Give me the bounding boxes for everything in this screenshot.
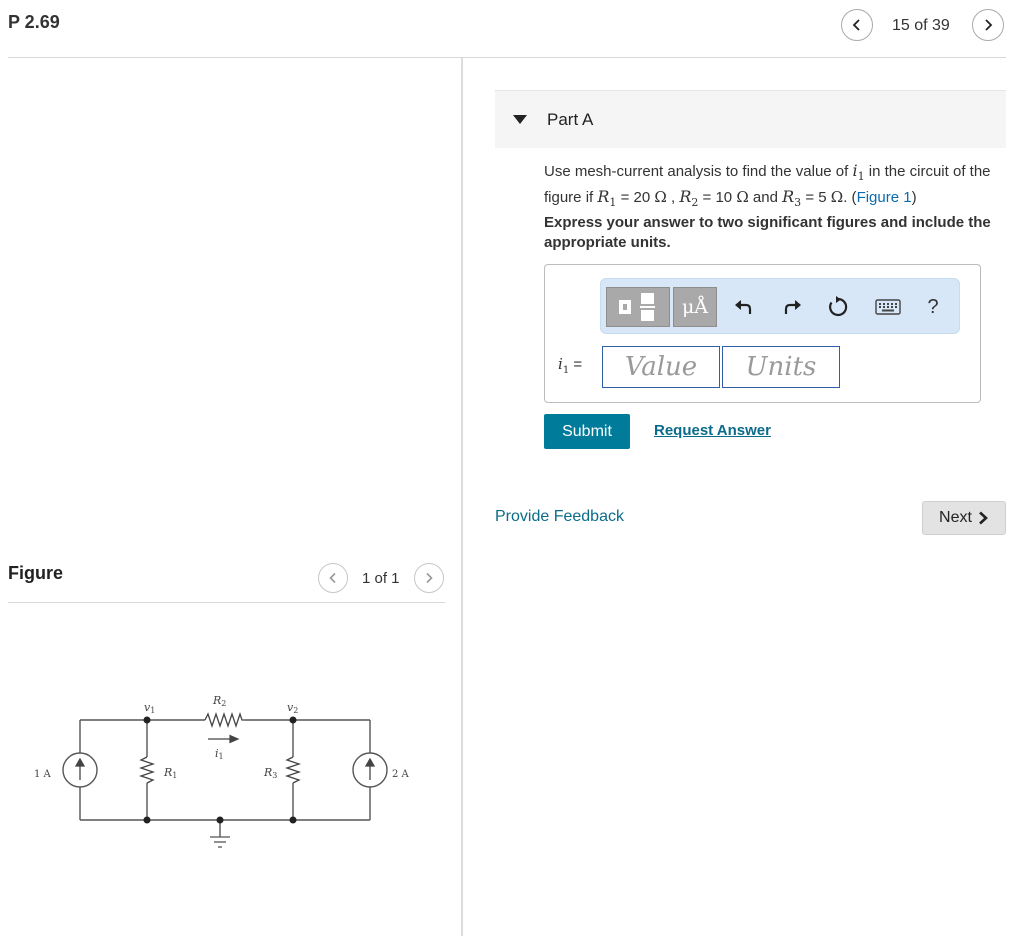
next-figure-button[interactable] bbox=[414, 563, 444, 593]
next-problem-button[interactable] bbox=[972, 9, 1004, 41]
fraction-template-icon bbox=[619, 293, 655, 321]
units-input[interactable] bbox=[722, 346, 840, 388]
source-left-label: 1 A bbox=[34, 769, 52, 780]
question-text: Use mesh-current analysis to find the va… bbox=[544, 161, 991, 210]
answer-instructions: Express your answer to two significant f… bbox=[544, 214, 991, 251]
templates-button[interactable] bbox=[606, 287, 670, 327]
help-button[interactable]: ? bbox=[917, 291, 949, 323]
part-a-header[interactable]: Part A bbox=[495, 90, 1006, 148]
answer-variable-label: i1 = bbox=[558, 355, 583, 376]
figure-counter: 1 of 1 bbox=[362, 570, 400, 587]
chevron-right-icon bbox=[979, 511, 988, 525]
circuit-diagram: 1 A 2 A v1 v2 R2 R1 R3 i1 bbox=[34, 694, 410, 848]
resistor-r3 bbox=[284, 756, 302, 784]
provide-feedback-link[interactable]: Provide Feedback bbox=[495, 508, 624, 526]
value-input[interactable] bbox=[602, 346, 720, 388]
var-i1: i1 bbox=[852, 161, 865, 184]
previous-figure-button[interactable] bbox=[318, 563, 348, 593]
previous-problem-button[interactable] bbox=[841, 9, 873, 41]
submit-button[interactable]: Submit bbox=[544, 414, 630, 449]
redo-icon[interactable] bbox=[776, 291, 808, 323]
keyboard-icon[interactable] bbox=[871, 291, 905, 323]
chevron-left-icon bbox=[852, 19, 860, 31]
figure-divider bbox=[8, 602, 445, 603]
pane-divider[interactable] bbox=[461, 58, 463, 936]
part-a-label: Part A bbox=[547, 110, 594, 129]
problem-counter: 15 of 39 bbox=[892, 17, 950, 34]
chevron-right-icon bbox=[985, 19, 993, 31]
svg-text:v1: v1 bbox=[144, 701, 155, 715]
svg-text:i1: i1 bbox=[215, 747, 224, 761]
next-button-label: Next bbox=[939, 509, 972, 526]
source-right-label: 2 A bbox=[392, 769, 410, 780]
undo-icon[interactable] bbox=[728, 291, 760, 323]
svg-text:R1: R1 bbox=[163, 766, 177, 780]
reset-icon[interactable] bbox=[822, 291, 854, 323]
page-title: P 2.69 bbox=[8, 12, 60, 32]
svg-text:R2: R2 bbox=[212, 694, 226, 708]
figure-1-link[interactable]: Figure 1 bbox=[857, 189, 912, 206]
svg-text:R3: R3 bbox=[263, 766, 277, 780]
next-button[interactable]: Next bbox=[922, 501, 1006, 535]
resistor-r1 bbox=[138, 756, 156, 784]
answer-box: μÅ ? i1 = bbox=[544, 264, 981, 403]
svg-text:v2: v2 bbox=[287, 701, 298, 715]
units-tool-button[interactable]: μÅ bbox=[673, 287, 717, 327]
chevron-left-icon bbox=[329, 572, 336, 584]
figure-title: Figure bbox=[8, 563, 64, 583]
chevron-right-icon bbox=[426, 572, 433, 584]
resistor-r2 bbox=[204, 711, 245, 729]
header-divider bbox=[8, 57, 1006, 58]
request-answer-link[interactable]: Request Answer bbox=[654, 422, 771, 439]
caret-down-icon bbox=[513, 115, 527, 124]
math-toolbar: μÅ ? bbox=[600, 278, 960, 334]
